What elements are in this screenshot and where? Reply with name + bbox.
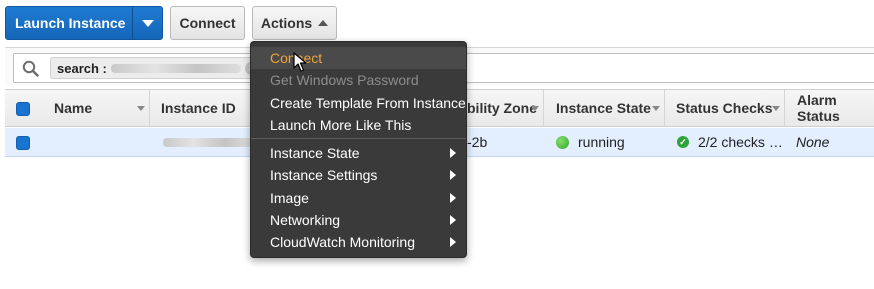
search-token-label: search :: [57, 60, 107, 76]
column-header-name[interactable]: Name: [42, 90, 149, 126]
menu-divider: [251, 138, 466, 139]
menu-item-cloudwatch-monitoring[interactable]: CloudWatch Monitoring: [251, 231, 466, 253]
menu-item-image[interactable]: Image: [251, 187, 466, 209]
chevron-up-icon: [318, 20, 329, 26]
cell-status-checks[interactable]: ✓ 2/2 checks …: [677, 128, 783, 156]
column-header-status-checks[interactable]: Status Checks: [664, 90, 784, 126]
column-header-alarm-status[interactable]: Alarm Status: [784, 90, 874, 126]
launch-instance-label: Launch Instance: [15, 15, 126, 31]
redacted-value: [110, 63, 241, 73]
menu-item-create-template[interactable]: Create Template From Instance: [251, 92, 466, 114]
submenu-arrow-icon: [450, 215, 456, 225]
launch-instance-button[interactable]: Launch Instance: [5, 6, 163, 40]
menu-item-connect[interactable]: Connect: [251, 47, 466, 69]
cursor-icon: [293, 52, 307, 72]
column-header-availability-zone[interactable]: bility Zone: [467, 90, 543, 126]
redacted-instance-id: [163, 137, 255, 147]
submenu-arrow-icon: [450, 193, 456, 203]
menu-item-get-windows-password: Get Windows Password: [270, 72, 419, 88]
actions-menu: Connect Get Windows Password Create Temp…: [250, 41, 467, 258]
select-all-checkbox[interactable]: [16, 102, 30, 116]
connect-button[interactable]: Connect: [170, 6, 245, 40]
status-ok-icon: ✓: [677, 136, 689, 148]
menu-item-instance-settings[interactable]: Instance Settings: [251, 164, 466, 186]
row-checkbox[interactable]: [16, 136, 30, 150]
sort-icon: [772, 106, 780, 111]
search-icon: [22, 60, 39, 77]
menu-item-networking[interactable]: Networking: [251, 209, 466, 231]
sort-icon: [652, 106, 660, 111]
menu-item-instance-state[interactable]: Instance State: [251, 142, 466, 164]
submenu-arrow-icon: [450, 148, 456, 158]
actions-button[interactable]: Actions: [252, 6, 337, 40]
menu-item-launch-more[interactable]: Launch More Like This: [251, 114, 466, 136]
chevron-down-icon: [141, 19, 154, 27]
actions-label: Actions: [260, 15, 313, 31]
column-header-instance-state[interactable]: Instance State: [543, 90, 664, 126]
sort-icon: [137, 106, 145, 111]
search-filter-token[interactable]: search : ×: [50, 57, 265, 79]
column-header-instance-id[interactable]: Instance ID: [149, 90, 259, 126]
cell-availability-zone: -2b: [467, 134, 488, 150]
sort-icon: [531, 106, 539, 111]
running-dot-icon: [556, 135, 569, 149]
submenu-arrow-icon: [450, 237, 456, 247]
launch-options-dropdown[interactable]: [133, 19, 162, 27]
submenu-arrow-icon: [450, 170, 456, 180]
cell-instance-id: [159, 128, 255, 156]
cell-alarm-status: None: [796, 134, 830, 150]
cell-instance-state: running: [556, 128, 625, 156]
